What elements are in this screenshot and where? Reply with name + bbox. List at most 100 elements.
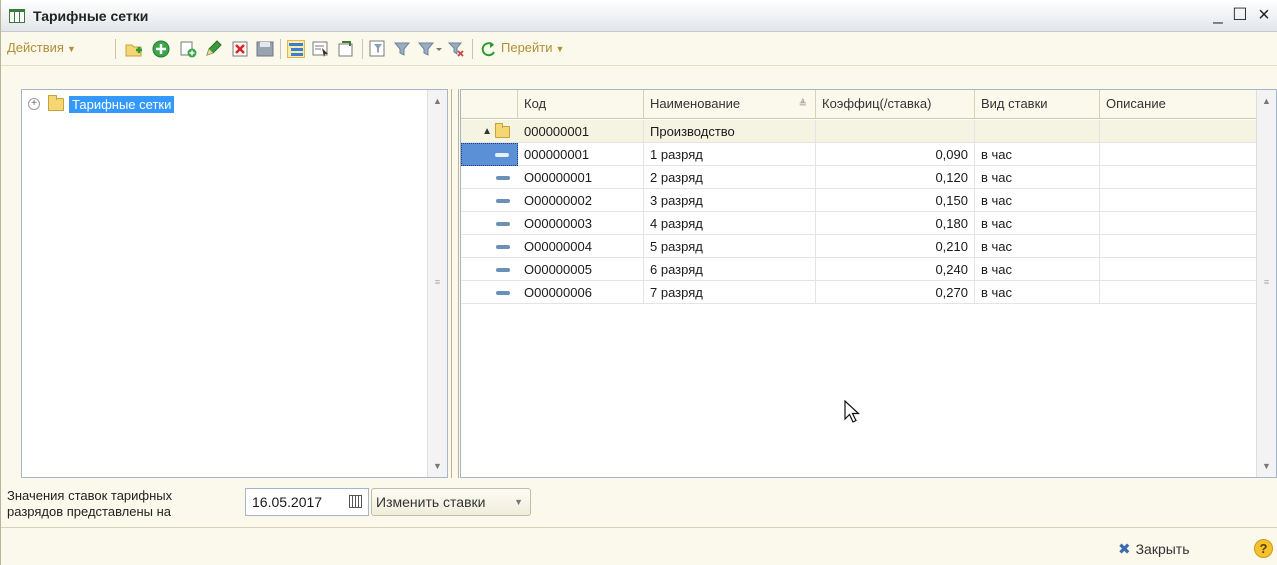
cell-description — [1100, 189, 1258, 212]
folder-icon — [48, 94, 64, 111]
cell-rate-type: в час — [975, 235, 1100, 258]
tariff-grids-window: Тарифные сетки _ ☐ × Действия ▼ Перейти … — [0, 0, 1277, 565]
calendar-icon[interactable] — [349, 495, 362, 508]
column-header-code[interactable]: Код — [518, 90, 644, 119]
scroll-grip-icon[interactable]: ≡ — [1260, 277, 1273, 289]
cell-description — [1100, 166, 1258, 189]
cell-code: O00000006 — [518, 281, 644, 304]
delete-icon[interactable] — [231, 40, 249, 58]
column-header-icon — [461, 90, 518, 119]
change-rates-label: Изменить ставки — [376, 494, 486, 510]
maximize-button[interactable]: ☐ — [1231, 5, 1249, 25]
hierarchy-view-icon[interactable] — [287, 40, 305, 58]
cell-rate-type: в час — [975, 281, 1100, 304]
row-icon-cell — [461, 189, 518, 212]
chevron-down-icon: ▼ — [514, 497, 523, 507]
close-window-button[interactable]: × — [1255, 5, 1273, 25]
table-row[interactable]: O00000001 2 разряд 0,120 в час — [461, 166, 1258, 189]
window-title: Тарифные сетки — [33, 8, 149, 24]
goto-menu[interactable]: Перейти ▼ — [501, 40, 564, 55]
tree-node-label[interactable]: Тарифные сетки — [69, 95, 175, 113]
chevron-down-icon: ▼ — [66, 44, 76, 54]
row-icon-cell: ▲ — [461, 120, 518, 143]
cell-code: 000000001 — [518, 143, 644, 166]
edit-icon[interactable] — [204, 40, 222, 58]
rates-date-field[interactable]: 16.05.2017 — [245, 488, 369, 516]
chevron-down-icon: ▼ — [555, 44, 565, 54]
tree-scrollbar[interactable]: ▲ ≡ ▼ — [427, 90, 447, 477]
filter-icon[interactable] — [393, 40, 411, 58]
close-icon: ✖ — [1118, 541, 1131, 558]
add-icon[interactable] — [152, 40, 170, 58]
filter-by-value-icon[interactable] — [417, 40, 443, 58]
rates-table[interactable]: Код Наименование ≜ Коэффиц(/ставка) Вид … — [460, 89, 1277, 478]
actions-menu[interactable]: Действия ▼ — [7, 40, 76, 55]
scroll-up-icon[interactable]: ▲ — [1257, 92, 1276, 110]
column-header-coef[interactable]: Коэффиц(/ставка) — [816, 90, 975, 119]
history-icon[interactable] — [337, 40, 355, 58]
row-icon-cell — [461, 235, 518, 258]
table-row[interactable]: O00000003 4 разряд 0,180 в час — [461, 212, 1258, 235]
cell-rate-type: в час — [975, 212, 1100, 235]
close-button[interactable]: ✖ Закрыть — [1118, 540, 1190, 558]
select-icon[interactable] — [312, 40, 330, 58]
cell-coef: 0,090 — [816, 143, 975, 166]
goto-icon[interactable] — [479, 40, 497, 58]
row-icon-cell — [461, 212, 518, 235]
column-header-name[interactable]: Наименование ≜ — [644, 90, 816, 119]
table-row[interactable]: O00000004 5 разряд 0,210 в час — [461, 235, 1258, 258]
scroll-down-icon[interactable]: ▼ — [428, 457, 447, 475]
close-button-label: Закрыть — [1135, 541, 1190, 557]
table-row[interactable]: 000000001 1 разряд 0,090 в час — [461, 143, 1258, 166]
table-scrollbar[interactable]: ▲ ≡ ▼ — [1256, 90, 1276, 477]
help-icon[interactable]: ? — [1254, 539, 1273, 558]
cell-description — [1100, 281, 1258, 304]
mouse-cursor-icon — [844, 400, 861, 423]
expand-icon[interactable]: + — [28, 98, 40, 110]
scroll-down-icon[interactable]: ▼ — [1257, 457, 1276, 475]
cell-name: 5 разряд — [644, 235, 816, 258]
cell-description — [1100, 120, 1258, 143]
table-row[interactable]: O00000002 3 разряд 0,150 в час — [461, 189, 1258, 212]
goto-menu-label: Перейти — [501, 40, 553, 55]
item-icon — [496, 198, 510, 203]
panel-splitter[interactable] — [451, 89, 459, 478]
table-group-row[interactable]: ▲ 000000001 Производство — [461, 120, 1258, 143]
toolbar: Действия ▼ Перейти ▼ — [1, 32, 1277, 66]
filter-settings-icon[interactable] — [369, 40, 387, 58]
toolbar-separator — [115, 39, 116, 59]
cell-description — [1100, 212, 1258, 235]
cell-coef: 0,240 — [816, 258, 975, 281]
footer-divider — [1, 527, 1277, 528]
save-icon[interactable] — [256, 40, 274, 58]
sort-ascending-icon: ≜ — [798, 99, 807, 110]
table-row[interactable]: O00000006 7 разряд 0,270 в час — [461, 281, 1258, 304]
scroll-grip-icon[interactable]: ≡ — [431, 277, 444, 289]
copy-icon[interactable] — [179, 40, 197, 58]
item-icon — [496, 290, 510, 295]
cell-name: 3 разряд — [644, 189, 816, 212]
table-row[interactable]: O00000005 6 разряд 0,240 в час — [461, 258, 1258, 281]
tree-panel[interactable]: + Тарифные сетки ▲ ≡ ▼ — [21, 89, 448, 478]
cell-name: 1 разряд — [644, 143, 816, 166]
cell-coef: 0,210 — [816, 235, 975, 258]
column-header-description[interactable]: Описание — [1100, 90, 1258, 119]
scroll-up-icon[interactable]: ▲ — [428, 92, 447, 110]
cell-coef: 0,270 — [816, 281, 975, 304]
tree-node-root[interactable]: + Тарифные сетки — [28, 94, 175, 114]
minimize-button[interactable]: _ — [1209, 5, 1227, 25]
add-folder-icon[interactable] — [125, 40, 143, 58]
change-rates-button[interactable]: Изменить ставки ▼ — [371, 488, 531, 516]
table-header: Код Наименование ≜ Коэффиц(/ставка) Вид … — [461, 90, 1258, 119]
cell-code: O00000001 — [518, 166, 644, 189]
column-header-rate-type[interactable]: Вид ставки — [975, 90, 1100, 119]
row-icon-cell — [461, 143, 518, 166]
clear-filter-icon[interactable] — [447, 40, 465, 58]
title-bar: Тарифные сетки _ ☐ × — [1, 0, 1277, 32]
cell-name: Производство — [644, 120, 816, 143]
cell-description — [1100, 258, 1258, 281]
cell-name: 7 разряд — [644, 281, 816, 304]
cell-description — [1100, 235, 1258, 258]
cell-name: 6 разряд — [644, 258, 816, 281]
column-header-name-label: Наименование — [650, 96, 741, 111]
